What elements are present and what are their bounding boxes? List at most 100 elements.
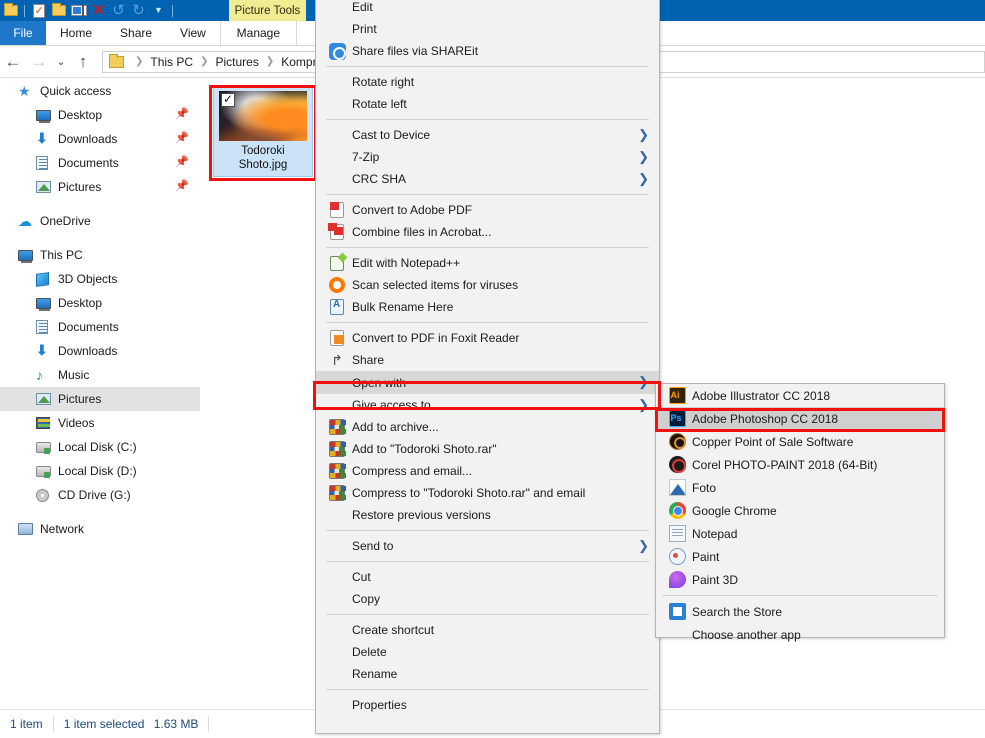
chevron-right-icon: ❯	[638, 374, 649, 389]
menu-item-edit[interactable]: Edit	[316, 0, 659, 18]
menu-item-label: Combine files in Acrobat...	[352, 225, 492, 239]
tab-file[interactable]: File	[0, 21, 46, 45]
menu-item-label: Scan selected items for viruses	[352, 278, 519, 292]
sidebar-item-videos[interactable]: Videos	[0, 411, 200, 435]
menu-item-add-to-rar[interactable]: Add to "Todoroki Shoto.rar"	[316, 438, 659, 460]
menu-item-share[interactable]: ↱ Share	[316, 349, 659, 371]
menu-item-compress-to-rar-and-email[interactable]: Compress to "Todoroki Shoto.rar" and ema…	[316, 482, 659, 504]
redo-icon[interactable]: ↻	[130, 2, 147, 19]
file-checkbox[interactable]	[221, 92, 235, 107]
back-button[interactable]: ←	[0, 52, 26, 72]
menu-item-send-to[interactable]: Send to ❯	[316, 535, 659, 557]
sidebar-item-label: Documents	[58, 320, 119, 334]
menu-item-share-files-via-shareit[interactable]: Share files via SHAREit	[316, 40, 659, 62]
open-with-submenu[interactable]: Adobe Illustrator CC 2018 Adobe Photosho…	[655, 383, 945, 642]
tab-share[interactable]: Share	[106, 21, 166, 45]
menu-item-label: Convert to PDF in Foxit Reader	[352, 331, 520, 345]
sidebar-item-label: Local Disk (D:)	[58, 464, 137, 478]
sidebar-item-quick-access[interactable]: ★ Quick access	[0, 79, 200, 103]
menu-item-7-zip[interactable]: 7-Zip ❯	[316, 146, 659, 168]
menu-item-rename[interactable]: Rename	[316, 663, 659, 685]
sidebar-item-this-pc[interactable]: This PC	[0, 243, 200, 267]
sidebar-item-pictures[interactable]: Pictures	[0, 387, 200, 411]
menu-item-delete[interactable]: Delete	[316, 641, 659, 663]
navigation-pane[interactable]: ★ Quick access Desktop 📌 ⬇ Downloads 📌 D…	[0, 79, 200, 709]
up-button[interactable]: ↑	[70, 52, 96, 72]
new-folder-icon[interactable]	[50, 2, 67, 19]
menu-item-create-shortcut[interactable]: Create shortcut	[316, 619, 659, 641]
submenu-item-choose-another-app[interactable]: Choose another app	[656, 623, 944, 646]
tab-manage[interactable]: Manage	[219, 21, 297, 45]
menu-item-label: Share files via SHAREit	[352, 44, 479, 58]
menu-item-edit-with-notepadpp[interactable]: Edit with Notepad++	[316, 252, 659, 274]
properties-check-icon[interactable]	[30, 2, 47, 19]
menu-item-combine-files-in-acrobat[interactable]: Combine files in Acrobat...	[316, 221, 659, 243]
submenu-item-search-the-store[interactable]: Search the Store	[656, 600, 944, 623]
customize-qat-icon[interactable]: ▼	[150, 2, 167, 19]
breadcrumb-item-pictures[interactable]: Pictures	[215, 55, 258, 69]
submenu-item-adobe-illustrator[interactable]: Adobe Illustrator CC 2018	[656, 384, 944, 407]
qat-separator	[24, 4, 25, 17]
sidebar-item-desktop-pc[interactable]: Desktop	[0, 291, 200, 315]
sidebar-item-local-disk-d[interactable]: Local Disk (D:)	[0, 459, 200, 483]
recent-locations-button[interactable]: ⌄	[52, 55, 70, 68]
submenu-item-foto[interactable]: Foto	[656, 476, 944, 499]
menu-item-cast-to-device[interactable]: Cast to Device ❯	[316, 124, 659, 146]
shareit-icon	[324, 42, 350, 60]
submenu-item-paint-3d[interactable]: Paint 3D	[656, 568, 944, 591]
sidebar-item-3d-objects[interactable]: 3D Objects	[0, 267, 200, 291]
delete-icon[interactable]: ✕	[90, 2, 107, 19]
rename-icon[interactable]	[70, 2, 87, 19]
sidebar-item-documents-pc[interactable]: Documents	[0, 315, 200, 339]
menu-icon-placeholder	[324, 374, 350, 392]
menu-item-rotate-right[interactable]: Rotate right	[316, 71, 659, 93]
sidebar-item-label: Quick access	[40, 84, 112, 98]
menu-item-compress-and-email[interactable]: Compress and email...	[316, 460, 659, 482]
menu-item-scan-selected-items-for-viruses[interactable]: Scan selected items for viruses	[316, 274, 659, 296]
breadcrumb-item-this-pc[interactable]: This PC	[150, 55, 193, 69]
sidebar-item-desktop[interactable]: Desktop 📌	[0, 103, 200, 127]
sidebar-item-downloads[interactable]: ⬇ Downloads 📌	[0, 127, 200, 151]
sidebar-item-local-disk-c[interactable]: Local Disk (C:)	[0, 435, 200, 459]
submenu-item-adobe-photoshop[interactable]: Adobe Photoshop CC 2018	[656, 407, 944, 430]
submenu-item-paint[interactable]: Paint	[656, 545, 944, 568]
menu-item-convert-to-adobe-pdf[interactable]: Convert to Adobe PDF	[316, 199, 659, 221]
menu-item-bulk-rename-here[interactable]: Bulk Rename Here	[316, 296, 659, 318]
submenu-item-label: Adobe Photoshop CC 2018	[692, 411, 839, 426]
sidebar-item-downloads-pc[interactable]: ⬇ Downloads	[0, 339, 200, 363]
menu-item-copy[interactable]: Copy	[316, 588, 659, 610]
submenu-item-copper-pos[interactable]: Copper Point of Sale Software	[656, 430, 944, 453]
sidebar-item-network[interactable]: Network	[0, 517, 200, 541]
menu-item-cut[interactable]: Cut	[316, 566, 659, 588]
sidebar-item-label: Network	[40, 522, 85, 536]
submenu-item-corel-photo-paint[interactable]: Corel PHOTO-PAINT 2018 (64-Bit)	[656, 453, 944, 476]
sidebar-item-documents[interactable]: Documents 📌	[0, 151, 200, 175]
submenu-item-notepad[interactable]: Notepad	[656, 522, 944, 545]
sidebar-item-pictures-quick[interactable]: Pictures 📌	[0, 175, 200, 199]
menu-item-convert-to-pdf-in-foxit-reader[interactable]: Convert to PDF in Foxit Reader	[316, 327, 659, 349]
menu-icon-placeholder	[324, 665, 350, 683]
tab-home[interactable]: Home	[46, 21, 106, 45]
undo-icon[interactable]: ↺	[110, 2, 127, 19]
menu-item-add-to-archive[interactable]: Add to archive...	[316, 416, 659, 438]
tab-view[interactable]: View	[166, 21, 220, 45]
submenu-item-google-chrome[interactable]: Google Chrome	[656, 499, 944, 522]
menu-item-restore-previous-versions[interactable]: Restore previous versions	[316, 504, 659, 526]
3d-objects-icon	[36, 271, 56, 287]
menu-item-give-access-to[interactable]: Give access to ❯	[316, 394, 659, 416]
sidebar-item-music[interactable]: ♪ Music	[0, 363, 200, 387]
sidebar-item-onedrive[interactable]: ☁ OneDrive	[0, 209, 200, 233]
menu-item-rotate-left[interactable]: Rotate left	[316, 93, 659, 115]
menu-item-print[interactable]: Print	[316, 18, 659, 40]
menu-icon-placeholder	[324, 621, 350, 639]
forward-button[interactable]: →	[26, 52, 52, 72]
folder-icon[interactable]	[2, 2, 19, 19]
pin-icon: 📌	[175, 132, 189, 144]
sidebar-item-cd-drive-g[interactable]: CD Drive (G:)	[0, 483, 200, 507]
menu-item-crc-sha[interactable]: CRC SHA ❯	[316, 168, 659, 190]
menu-item-properties[interactable]: Properties	[316, 694, 659, 716]
file-item-todoroki-shoto[interactable]: Todoroki Shoto.jpg	[213, 87, 313, 177]
menu-item-open-with[interactable]: Open with ❯	[316, 371, 659, 394]
context-menu[interactable]: Edit Print Share files via SHAREit Rotat…	[315, 0, 660, 734]
